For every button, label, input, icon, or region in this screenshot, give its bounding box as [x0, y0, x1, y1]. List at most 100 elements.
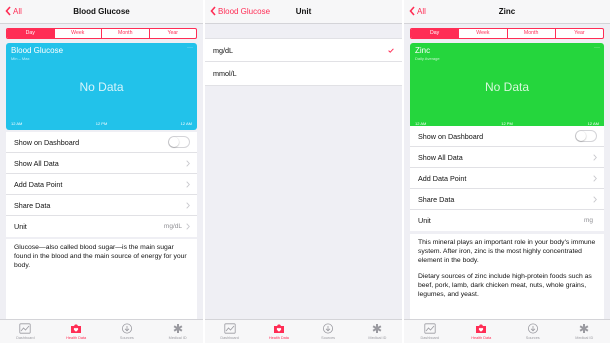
unit-option-mmol-l[interactable]: mmol/L [205, 62, 402, 85]
tab-sources[interactable]: Sources [507, 320, 559, 343]
time-range-segmented-control: Day Week Month Year [6, 28, 197, 39]
row-label: Show on Dashboard [418, 131, 484, 141]
row-label: Unit [14, 222, 27, 231]
row-label: Add Data Point [418, 173, 467, 183]
more-icon: ··· [187, 45, 193, 51]
medical-id-icon [372, 324, 382, 333]
show-on-dashboard-row: Show on Dashboard [6, 132, 197, 153]
description-panel: Glucose—also called blood sugar—is the m… [6, 239, 197, 319]
chevron-right-icon [186, 180, 190, 188]
dashboard-icon [424, 323, 436, 334]
toggle-knob [169, 137, 179, 147]
tab-label: Health Data [471, 336, 492, 340]
tab-sources[interactable]: Sources [102, 320, 153, 343]
row-label: Unit [418, 216, 431, 225]
chevron-left-icon [409, 6, 415, 16]
tab-label: Sources [321, 336, 336, 340]
tab-sources[interactable]: Sources [304, 320, 353, 343]
tab-dashboard[interactable]: Dashboard [205, 320, 254, 343]
tab-health-data[interactable]: Health Data [51, 320, 102, 343]
zinc-chart-card[interactable]: Zinc Daily Average ··· No Data 12 AM 12 … [410, 43, 604, 130]
time-range-segmented-control: Day Week Month Year [410, 28, 604, 39]
tab-health-data[interactable]: Health Data [456, 320, 508, 343]
show-on-dashboard-toggle[interactable] [168, 136, 190, 148]
navigation-bar: All Blood Glucose [0, 0, 203, 24]
health-data-icon [273, 324, 284, 333]
description-text: This mineral plays an important role in … [418, 239, 596, 265]
description-text: Glucose—also called blood sugar—is the m… [14, 244, 187, 270]
settings-list: Show on Dashboard Show All Data Add Data… [410, 126, 604, 231]
unit-screen: Blood Glucose Unit mg/dL mmol/L Dashboar… [205, 0, 402, 343]
segment-year[interactable]: Year [148, 29, 197, 38]
share-data-row[interactable]: Share Data [410, 189, 604, 210]
chart-subtitle: Min – Max [11, 56, 30, 61]
unit-options-list: mg/dL mmol/L [205, 38, 402, 86]
tab-dashboard[interactable]: Dashboard [0, 320, 51, 343]
show-all-data-row[interactable]: Show All Data [6, 153, 197, 174]
tab-bar: Dashboard Health Data Sources Medical ID [0, 319, 203, 343]
sources-icon [527, 323, 538, 334]
tab-dashboard[interactable]: Dashboard [404, 320, 456, 343]
chart-title: Zinc [415, 46, 431, 55]
show-all-data-row[interactable]: Show All Data [410, 147, 604, 168]
unit-row: Unit mg [410, 210, 604, 231]
back-button-label: All [417, 6, 426, 16]
dashboard-icon [224, 323, 236, 334]
chart-title: Blood Glucose [11, 46, 64, 55]
segment-week[interactable]: Week [458, 29, 506, 38]
description-text-sources: Dietary sources of zinc include high-pro… [418, 272, 592, 299]
row-label: Show All Data [418, 152, 463, 162]
row-label: Share Data [14, 200, 51, 210]
chevron-left-icon [5, 6, 11, 16]
tab-medical-id[interactable]: Medical ID [152, 320, 203, 343]
axis-label-end: 12 AM [180, 121, 192, 126]
tab-health-data[interactable]: Health Data [254, 320, 303, 343]
unit-option-mg-dl[interactable]: mg/dL [205, 39, 402, 62]
chevron-right-icon [593, 153, 597, 161]
unit-value: mg/dL [163, 223, 182, 230]
chart-axis: 12 AM 12 PM 12 AM [11, 121, 192, 126]
add-data-point-row[interactable]: Add Data Point [410, 168, 604, 189]
medical-id-icon [579, 324, 589, 333]
unit-row[interactable]: Unit mg/dL [6, 216, 197, 237]
tab-label: Medical ID [575, 336, 594, 340]
page-title: Blood Glucose [73, 7, 130, 16]
segment-month[interactable]: Month [506, 29, 555, 38]
tab-label: Dashboard [220, 336, 239, 340]
segment-week[interactable]: Week [53, 29, 102, 38]
share-data-row[interactable]: Share Data [6, 195, 197, 216]
add-data-point-row[interactable]: Add Data Point [6, 174, 197, 195]
back-button-label: Blood Glucose [218, 6, 271, 16]
tab-label: Sources [119, 336, 134, 340]
navigation-bar: All Zinc [404, 0, 610, 24]
toggle-knob [576, 131, 586, 141]
zinc-screen: All Zinc Day Week Month Year Zinc Daily … [404, 0, 610, 343]
tab-label: Dashboard [420, 336, 440, 340]
tab-label: Sources [525, 336, 540, 340]
segment-day[interactable]: Day [7, 29, 54, 38]
row-label: Show on Dashboard [14, 137, 80, 147]
tab-bar: Dashboard Health Data Sources Medical ID [404, 319, 610, 343]
tab-medical-id[interactable]: Medical ID [353, 320, 402, 343]
back-button[interactable]: All [5, 6, 22, 16]
tab-label: Health Data [268, 336, 289, 340]
chevron-right-icon [593, 195, 597, 203]
show-on-dashboard-row: Show on Dashboard [410, 126, 604, 147]
show-on-dashboard-toggle[interactable] [575, 130, 597, 142]
dashboard-icon [19, 323, 31, 334]
tab-label: Health Data [66, 336, 87, 340]
health-data-icon [71, 324, 82, 333]
description-panel: This mineral plays an important role in … [410, 234, 604, 319]
row-label: Add Data Point [14, 179, 63, 189]
back-button[interactable]: All [409, 6, 426, 16]
more-icon: ··· [594, 45, 600, 51]
segment-month[interactable]: Month [101, 29, 149, 38]
chevron-right-icon [186, 223, 190, 230]
segment-day[interactable]: Day [411, 29, 459, 38]
glucose-chart-card[interactable]: Blood Glucose Min – Max ··· No Data 12 A… [6, 43, 197, 130]
tab-bar: Dashboard Health Data Sources Medical ID [205, 319, 402, 343]
back-button[interactable]: Blood Glucose [210, 6, 270, 16]
tab-medical-id[interactable]: Medical ID [559, 320, 610, 343]
tab-label: Medical ID [168, 336, 187, 340]
segment-year[interactable]: Year [554, 29, 603, 38]
